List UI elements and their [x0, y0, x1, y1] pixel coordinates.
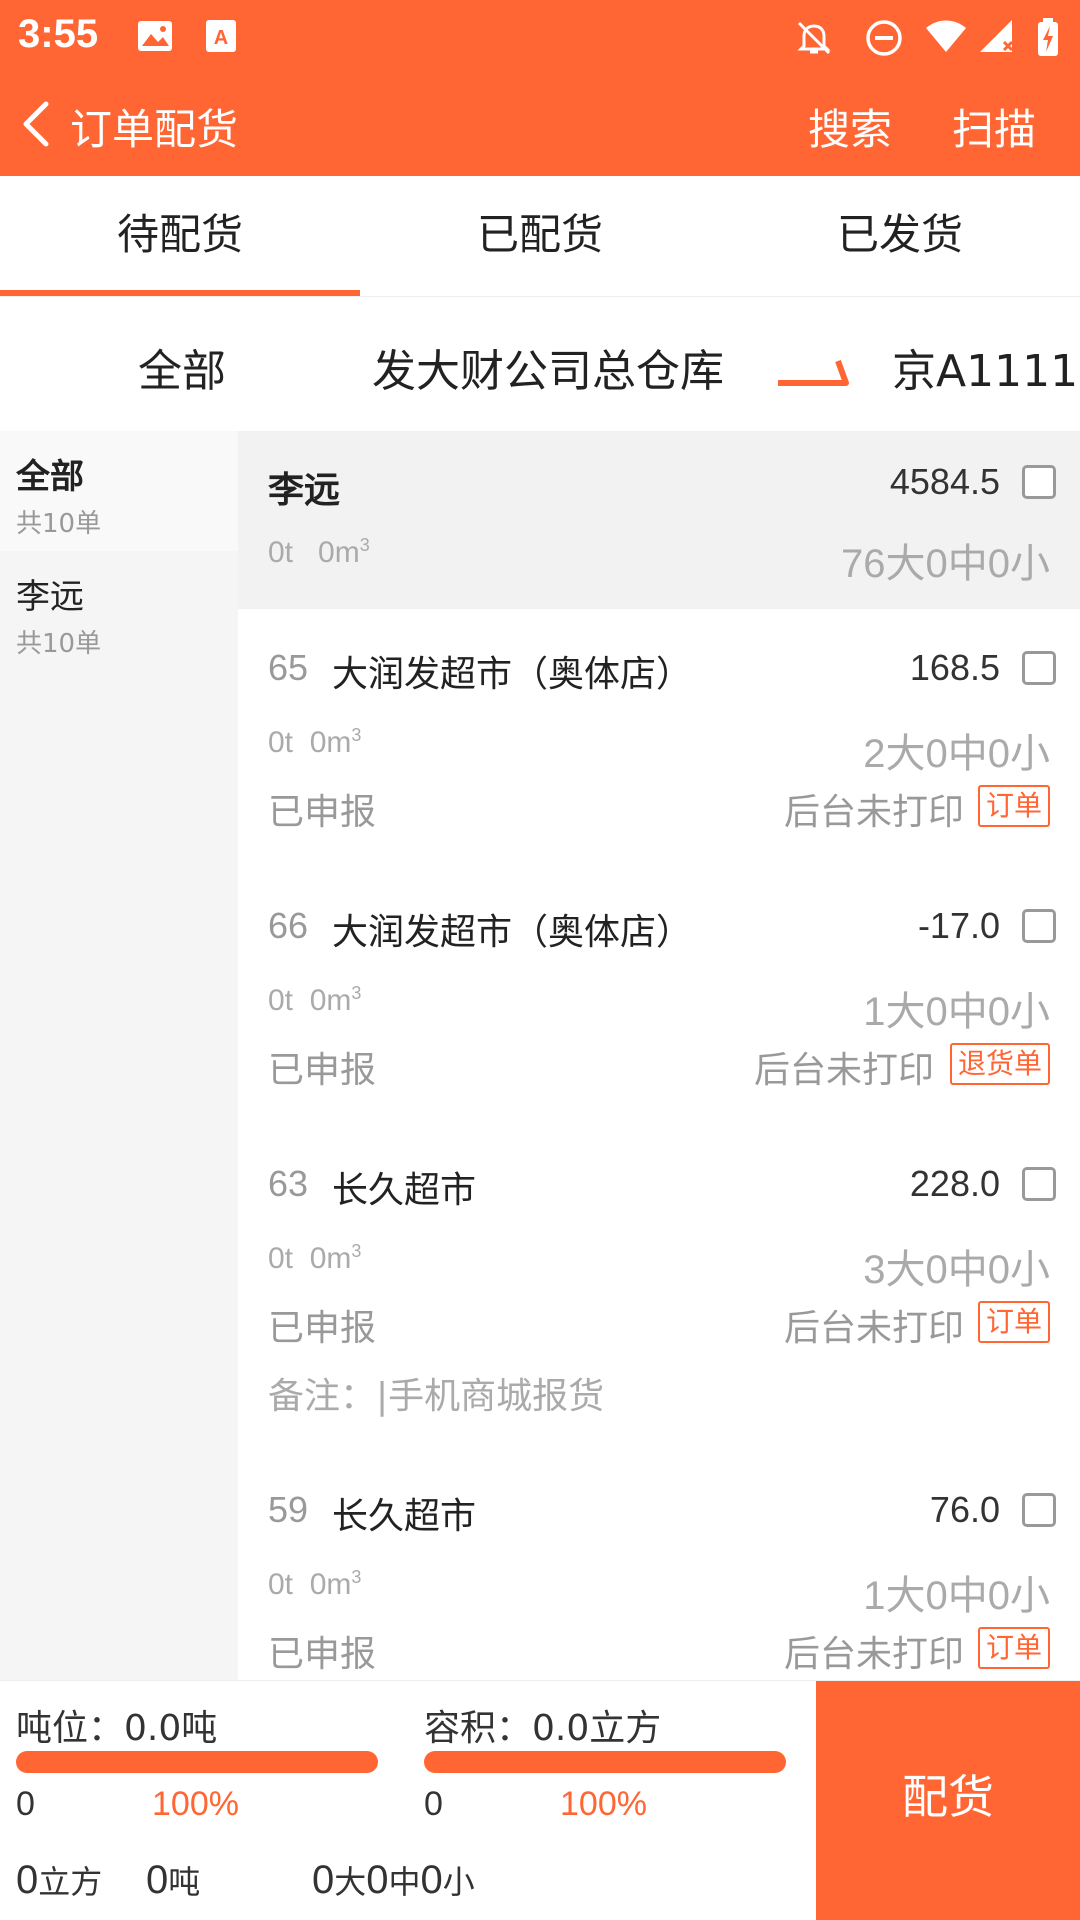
tab-pending[interactable]: 待配货: [0, 176, 360, 297]
order-type-badge: 订单: [977, 1627, 1050, 1669]
filter-bar: 全部 发大财公司总仓库 京A111111: [0, 297, 1080, 431]
order-status: 已申报: [268, 1634, 377, 1675]
group-header[interactable]: 李远 4584.5 0t 0m3 76大0中0小: [238, 431, 1080, 609]
group-checkbox[interactable]: [1022, 465, 1056, 499]
order-checkbox[interactable]: [1022, 651, 1056, 685]
order-weight-volume: 0t 0m3: [268, 1241, 362, 1275]
tonnage-min: 0: [16, 1785, 35, 1823]
order-status: 已申报: [268, 1308, 377, 1349]
list-item[interactable]: 65 大润发超市（奥体店） 168.5 0t 0m3 2大0中0小 已申报 后台…: [238, 609, 1080, 867]
sum-quantity: 0大0中0小: [312, 1858, 475, 1902]
print-status: 后台未打印: [754, 1050, 935, 1091]
status-bar: 3:55 A: [0, 0, 1080, 74]
order-status: 已申报: [268, 792, 377, 833]
order-quantity: 1大0中0小: [863, 990, 1050, 1034]
notifications-off-icon: [794, 18, 834, 62]
print-status: 后台未打印: [784, 1308, 965, 1349]
tab-allocated[interactable]: 已配货: [360, 176, 720, 297]
print-status: 后台未打印: [784, 792, 965, 833]
app-notification-icon: A: [204, 18, 238, 58]
order-amount: -17.0: [917, 905, 1000, 946]
order-checkbox[interactable]: [1022, 1493, 1056, 1527]
store-name: 长久超市: [332, 1170, 477, 1211]
volume-min: 0: [424, 1785, 443, 1823]
filter-all[interactable]: 全部: [138, 335, 226, 399]
sidebar-item-label: 李远: [16, 577, 84, 617]
svg-text:A: A: [214, 27, 228, 49]
tab-shipped[interactable]: 已发货: [720, 176, 1080, 297]
order-number: 63: [268, 1163, 309, 1204]
order-amount: 228.0: [909, 1163, 1000, 1204]
store-name: 长久超市: [332, 1496, 477, 1537]
summary-bar: 吨位：0.0吨 0 100% 容积：0.0立方 0 100% 0立方 0吨 0大…: [0, 1680, 1080, 1920]
order-type-badge: 订单: [977, 1301, 1050, 1343]
group-weight-volume: 0t 0m3: [268, 535, 370, 569]
cellular-signal-icon: [978, 18, 1018, 60]
battery-charging-icon: [1036, 18, 1060, 62]
order-number: 66: [268, 905, 309, 946]
nav-bar: 订单配货 搜索 扫描: [0, 74, 1080, 176]
scan-button[interactable]: 扫描: [952, 96, 1036, 157]
sidebar-item-label: 全部: [16, 457, 84, 497]
order-weight-volume: 0t 0m3: [268, 1567, 362, 1601]
order-checkbox[interactable]: [1022, 1167, 1056, 1201]
store-name: 大润发超市（奥体店）: [332, 912, 693, 953]
back-arrow-icon[interactable]: [16, 96, 66, 152]
order-weight-volume: 0t 0m3: [268, 983, 362, 1017]
order-quantity: 3大0中0小: [863, 1248, 1050, 1292]
order-weight-volume: 0t 0m3: [268, 725, 362, 759]
order-number: 65: [268, 647, 309, 688]
filter-warehouse[interactable]: 发大财公司总仓库: [372, 335, 724, 399]
page-title: 订单配货: [70, 105, 239, 154]
volume-progress-bar: [424, 1751, 786, 1773]
wifi-icon: [924, 18, 968, 60]
print-status: 后台未打印: [784, 1634, 965, 1675]
group-amount: 4584.5: [889, 461, 1000, 502]
driver-sidebar: 全部 共10单 李远 共10单: [0, 431, 238, 1680]
sidebar-item-liyuan[interactable]: 李远 共10单: [0, 551, 238, 671]
app-header: 3:55 A 订单配货 搜索 扫描: [0, 0, 1080, 176]
dropdown-indicator-icon[interactable]: [774, 347, 850, 391]
order-number: 59: [268, 1489, 309, 1530]
list-item[interactable]: 59 长久超市 76.0 0t 0m3 1大0中0小 已申报 后台未打印 订单: [238, 1451, 1080, 1680]
group-quantity: 76大0中0小: [841, 542, 1050, 586]
status-time: 3:55: [18, 12, 99, 56]
tonnage-label: 吨位：0.0吨: [16, 1708, 218, 1749]
filter-vehicle[interactable]: 京A111111: [892, 335, 1080, 399]
order-quantity: 1大0中0小: [863, 1574, 1050, 1618]
sum-weight: 0吨: [146, 1858, 201, 1902]
image-notification-icon: [136, 18, 174, 58]
search-button[interactable]: 搜索: [808, 96, 892, 157]
order-amount: 168.5: [909, 647, 1000, 688]
tonnage-progress-bar: [16, 1751, 378, 1773]
do-not-disturb-icon: [864, 18, 904, 62]
store-name: 大润发超市（奥体店）: [332, 654, 693, 695]
order-checkbox[interactable]: [1022, 909, 1056, 943]
order-type-badge: 退货单: [949, 1043, 1050, 1085]
sidebar-item-count: 共10单: [16, 629, 102, 659]
list-item[interactable]: 63 长久超市 228.0 0t 0m3 3大0中0小 已申报 后台未打印 订单…: [238, 1125, 1080, 1451]
order-amount: 76.0: [929, 1489, 1000, 1530]
volume-percent: 100%: [560, 1785, 647, 1823]
order-list: 李远 4584.5 0t 0m3 76大0中0小 65 大润发超市（奥体店） 1…: [238, 431, 1080, 1680]
tonnage-percent: 100%: [152, 1785, 239, 1823]
active-tab-indicator: [0, 290, 360, 296]
group-name: 李远: [268, 470, 341, 511]
sidebar-item-count: 共10单: [16, 509, 102, 539]
volume-label: 容积：0.0立方: [424, 1708, 662, 1749]
sidebar-item-all[interactable]: 全部 共10单: [0, 431, 238, 551]
dispatch-button[interactable]: 配货: [816, 1681, 1080, 1920]
order-type-badge: 订单: [977, 785, 1050, 827]
sum-volume: 0立方: [16, 1858, 103, 1902]
status-tabs: 待配货 已配货 已发货: [0, 176, 1080, 297]
list-item[interactable]: 66 大润发超市（奥体店） -17.0 0t 0m3 1大0中0小 已申报 后台…: [238, 867, 1080, 1125]
order-status: 已申报: [268, 1050, 377, 1091]
order-note: 备注：|手机商城报货: [268, 1376, 605, 1417]
order-quantity: 2大0中0小: [863, 732, 1050, 776]
